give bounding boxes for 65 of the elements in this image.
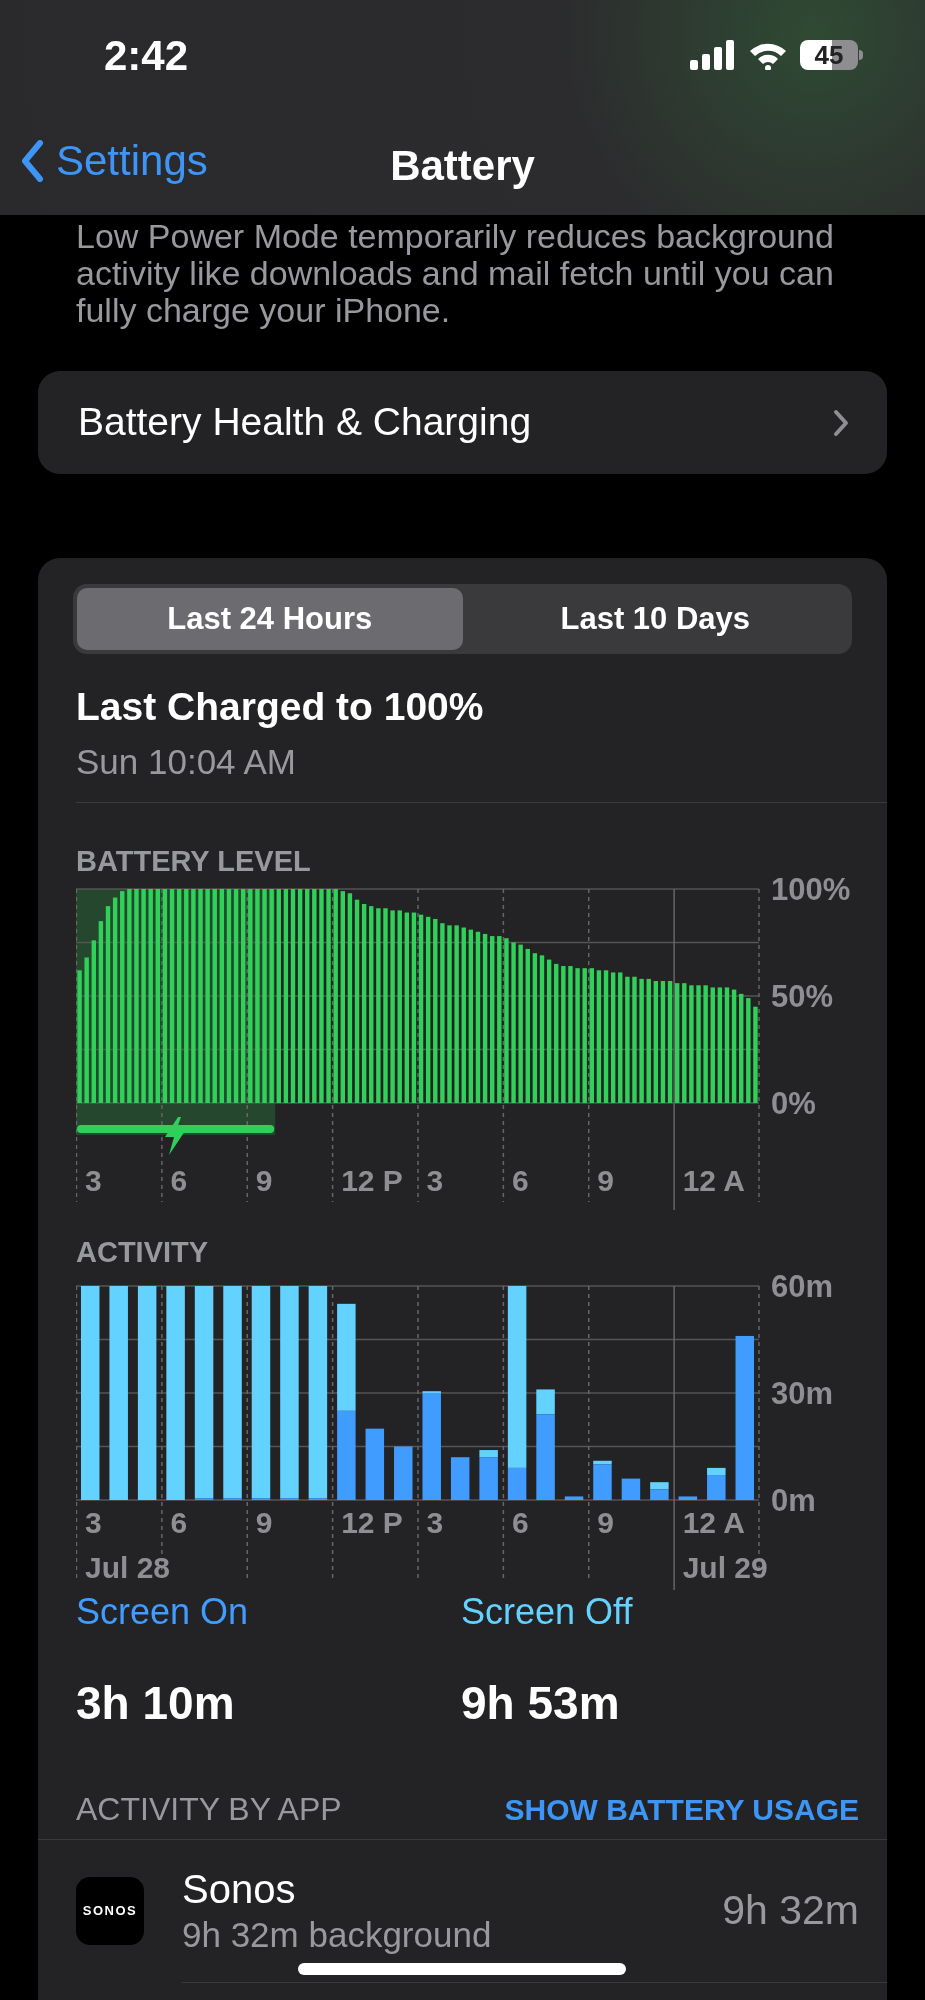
segment-tab[interactable]: Last 10 Days <box>462 588 848 650</box>
screen-off-bar <box>593 1460 612 1465</box>
date-label: Jul 29 <box>682 1551 768 1584</box>
axis-label: 9 <box>597 1164 614 1197</box>
app-row[interactable]: SONOS Sonos 9h 32m background 9h 32m <box>38 1840 887 1982</box>
section-heading: ACTIVITY BY APP <box>76 1790 342 1829</box>
page-title: Battery <box>390 141 535 191</box>
legend-label: Screen On <box>76 1590 250 1634</box>
signal-icon <box>690 40 736 70</box>
axis-label: 12 P <box>341 1506 403 1539</box>
axis-label: 50% <box>771 979 834 1014</box>
axis-label: 12 A <box>682 1164 745 1197</box>
chevron-right-icon <box>833 408 849 437</box>
low-power-note: Low Power Mode temporarily reduces background activity like downloads and mail fetch until you can fully charge your iPhone. <box>75 218 835 329</box>
axis-label: 0% <box>771 1086 816 1121</box>
app-name: Sonos <box>182 1866 297 1913</box>
axis-label: 6 <box>170 1164 188 1197</box>
screen-on-bar <box>507 1467 527 1500</box>
battery-health-row[interactable]: Battery Health & Charging <box>38 371 887 474</box>
screen-on-bar <box>650 1489 669 1500</box>
app-time: 9h 32m <box>722 1886 859 1936</box>
axis-label: 3 <box>426 1506 444 1539</box>
show-battery-usage-link[interactable]: SHOW BATTERY USAGE <box>504 1786 859 1832</box>
axis-label: 9 <box>597 1506 614 1539</box>
axis-label: 6 <box>511 1506 529 1539</box>
axis-label: 0m <box>771 1483 816 1518</box>
screen-on-bar <box>450 1457 470 1500</box>
screen-on-bar <box>593 1464 612 1500</box>
screen-off-bar <box>536 1389 555 1415</box>
section-heading: ACTIVITY <box>76 1236 210 1268</box>
total-value: 9h 53m <box>461 1676 621 1731</box>
screen-off-bar <box>479 1450 498 1458</box>
legend-label: Screen Off <box>461 1590 634 1634</box>
app-icon: SONOS <box>76 1877 144 1945</box>
axis-label: 12 A <box>682 1506 745 1539</box>
screen-on-bar <box>707 1475 726 1500</box>
axis-label: 3 <box>85 1506 102 1539</box>
last-charged-title: Last Charged to 100% <box>76 684 485 730</box>
screen-on-bar <box>479 1457 498 1500</box>
axis-label: 3 <box>85 1164 102 1197</box>
axis-label: 6 <box>511 1164 529 1197</box>
screen-on-bar <box>564 1496 584 1500</box>
screen-on-bar <box>394 1446 413 1500</box>
screen-off-bar <box>650 1482 669 1490</box>
axis-label: 12 P <box>341 1164 403 1197</box>
section-heading: BATTERY LEVEL <box>76 845 312 877</box>
date-label: Jul 28 <box>85 1551 171 1584</box>
axis-label: 3 <box>426 1164 444 1197</box>
axis-label: 9 <box>255 1506 273 1539</box>
status-time: 2:42 <box>104 30 189 81</box>
screen-off-bar <box>707 1467 726 1476</box>
screen-on-bar <box>621 1478 641 1500</box>
last-charged-time: Sun 10:04 AM <box>76 741 297 783</box>
back-button[interactable]: Settings <box>20 136 208 186</box>
total-value: 3h 10m <box>76 1676 236 1731</box>
chevron-left-icon <box>20 140 44 182</box>
screen-on-bar <box>678 1496 698 1500</box>
screen-on-bar <box>365 1428 385 1500</box>
axis-label: 60m <box>771 1272 834 1304</box>
axis-label: 30m <box>771 1376 834 1411</box>
app-detail: 9h 32m background <box>182 1914 493 1956</box>
axis-label: 100% <box>771 875 851 907</box>
segment-tab[interactable]: Last 24 Hours <box>77 588 463 650</box>
axis-label: 6 <box>170 1506 188 1539</box>
axis-label: 9 <box>255 1164 273 1197</box>
